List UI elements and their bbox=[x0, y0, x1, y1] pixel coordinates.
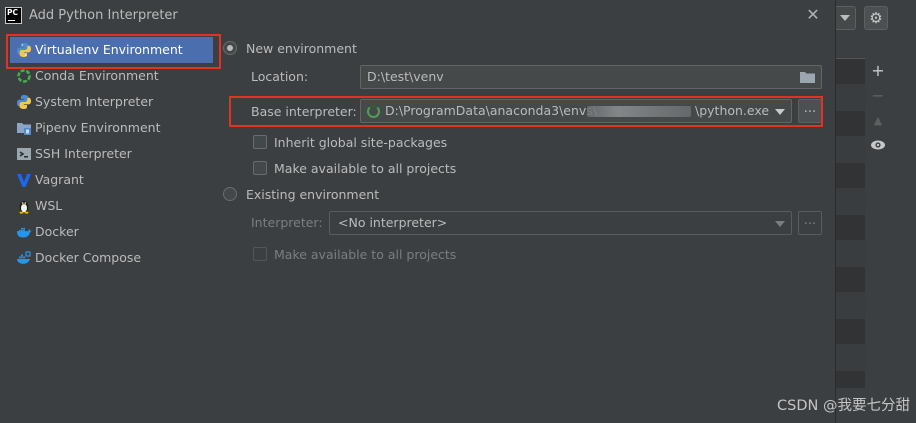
sidebar-item-label: Virtualenv Environment bbox=[35, 42, 183, 57]
browse-interpreter-button[interactable]: ... bbox=[798, 211, 822, 235]
inherit-site-packages-checkbox[interactable]: Inherit global site-packages bbox=[253, 133, 447, 151]
new-environment-radio[interactable]: New environment bbox=[223, 39, 357, 57]
table-row bbox=[836, 267, 865, 293]
make-available-label: Make available to all projects bbox=[274, 160, 457, 176]
plus-icon[interactable]: + bbox=[866, 58, 890, 83]
sidebar-item-label: Conda Environment bbox=[35, 68, 159, 83]
chevron-down-icon bbox=[775, 221, 785, 227]
background-toolbar: + − ▲ bbox=[866, 58, 890, 178]
make-available-checkbox[interactable]: Make available to all projects bbox=[253, 159, 456, 177]
sidebar-item-docker-compose[interactable]: Docker Compose bbox=[10, 245, 213, 271]
existing-environment-radio[interactable]: Existing environment bbox=[223, 185, 379, 203]
sidebar-item-label: SSH Interpreter bbox=[35, 146, 132, 161]
interpreter-value: <No interpreter> bbox=[338, 215, 448, 230]
existing-environment-label: Existing environment bbox=[246, 186, 380, 202]
table-row bbox=[836, 215, 865, 241]
pipenv-folder-icon bbox=[17, 123, 31, 135]
dialog-title: Add Python Interpreter bbox=[29, 8, 178, 23]
existing-make-available-checkbox[interactable]: Make available to all projects bbox=[253, 245, 456, 263]
location-field[interactable]: D:\test\venv bbox=[360, 65, 822, 89]
table-row bbox=[836, 189, 865, 215]
base-interpreter-path-suffix: \python.exe bbox=[695, 103, 770, 118]
checkbox[interactable] bbox=[253, 161, 267, 175]
chevron-down-icon bbox=[840, 15, 850, 21]
background-package-table bbox=[836, 58, 865, 388]
environment-type-list: Virtualenv Environment Conda Environment… bbox=[0, 32, 221, 423]
radio-button[interactable] bbox=[223, 187, 237, 201]
sidebar-item-label: Vagrant bbox=[35, 172, 84, 187]
pycharm-logo-icon: PC bbox=[5, 7, 22, 24]
blurred-env-name bbox=[587, 106, 691, 117]
table-row bbox=[836, 345, 865, 371]
checkbox[interactable] bbox=[253, 135, 267, 149]
docker-whale-icon bbox=[17, 227, 32, 238]
sidebar-item-label: Docker bbox=[35, 224, 79, 239]
table-row bbox=[836, 319, 865, 345]
table-row bbox=[836, 293, 865, 319]
table-row bbox=[836, 163, 865, 189]
folder-icon[interactable] bbox=[800, 71, 815, 83]
sidebar-item-wsl[interactable]: WSL bbox=[10, 193, 213, 219]
sidebar-item-system[interactable]: System Interpreter bbox=[10, 89, 213, 115]
vagrant-icon bbox=[17, 174, 31, 187]
linux-penguin-icon bbox=[19, 201, 29, 214]
sidebar-item-label: Docker Compose bbox=[35, 250, 142, 265]
sidebar-item-ssh[interactable]: SSH Interpreter bbox=[10, 141, 213, 167]
close-icon[interactable]: ✕ bbox=[805, 6, 821, 24]
conda-icon bbox=[17, 69, 31, 83]
existing-make-available-label: Make available to all projects bbox=[274, 246, 457, 262]
sidebar-item-label: WSL bbox=[35, 198, 63, 213]
interpreter-label: Interpreter: bbox=[251, 215, 323, 230]
location-value: D:\test\venv bbox=[367, 69, 444, 84]
checkbox[interactable] bbox=[253, 247, 267, 261]
interpreter-combo[interactable]: <No interpreter> bbox=[329, 211, 792, 235]
table-row bbox=[836, 241, 865, 267]
watermark: CSDN @我要七分甜 bbox=[777, 398, 910, 414]
sidebar-item-label: System Interpreter bbox=[35, 94, 154, 109]
up-arrow-icon[interactable]: ▲ bbox=[866, 108, 890, 133]
minus-icon[interactable]: − bbox=[866, 83, 890, 108]
conda-python-icon bbox=[367, 105, 380, 118]
base-interpreter-path-prefix: D:\ProgramData\anaconda3\envs\ bbox=[385, 103, 598, 118]
eye-icon[interactable] bbox=[866, 133, 890, 158]
ssh-terminal-icon bbox=[17, 148, 31, 160]
table-row bbox=[836, 137, 865, 163]
python-icon bbox=[17, 95, 31, 109]
table-row bbox=[836, 111, 865, 137]
gear-icon[interactable]: ⚙ bbox=[864, 6, 888, 30]
table-row bbox=[836, 59, 865, 85]
title-bar: PC Add Python Interpreter ✕ bbox=[0, 0, 836, 32]
add-python-interpreter-dialog: PC Add Python Interpreter ✕ Virtualenv E… bbox=[0, 0, 836, 423]
sidebar-item-pipenv[interactable]: Pipenv Environment bbox=[10, 115, 213, 141]
base-interpreter-label: Base interpreter: bbox=[251, 104, 357, 119]
base-interpreter-combo[interactable]: D:\ProgramData\anaconda3\envs\ \python.e… bbox=[360, 99, 792, 123]
environment-settings-panel: New environment Location: D:\test\venv B… bbox=[220, 32, 836, 423]
background-interpreter-dropdown[interactable] bbox=[836, 6, 856, 30]
new-environment-label: New environment bbox=[246, 40, 357, 56]
sidebar-item-conda[interactable]: Conda Environment bbox=[10, 63, 213, 89]
browse-base-interpreter-button[interactable]: ... bbox=[798, 99, 822, 123]
python-icon bbox=[17, 43, 31, 57]
inherit-label: Inherit global site-packages bbox=[274, 134, 448, 150]
sidebar-item-docker[interactable]: Docker bbox=[10, 219, 213, 245]
sidebar-item-virtualenv[interactable]: Virtualenv Environment bbox=[10, 37, 213, 63]
docker-compose-icon bbox=[17, 251, 31, 264]
sidebar-item-label: Pipenv Environment bbox=[35, 120, 161, 135]
sidebar-item-vagrant[interactable]: Vagrant bbox=[10, 167, 213, 193]
radio-button[interactable] bbox=[223, 41, 237, 55]
location-label: Location: bbox=[251, 69, 309, 84]
table-row bbox=[836, 85, 865, 111]
chevron-down-icon bbox=[775, 109, 785, 115]
